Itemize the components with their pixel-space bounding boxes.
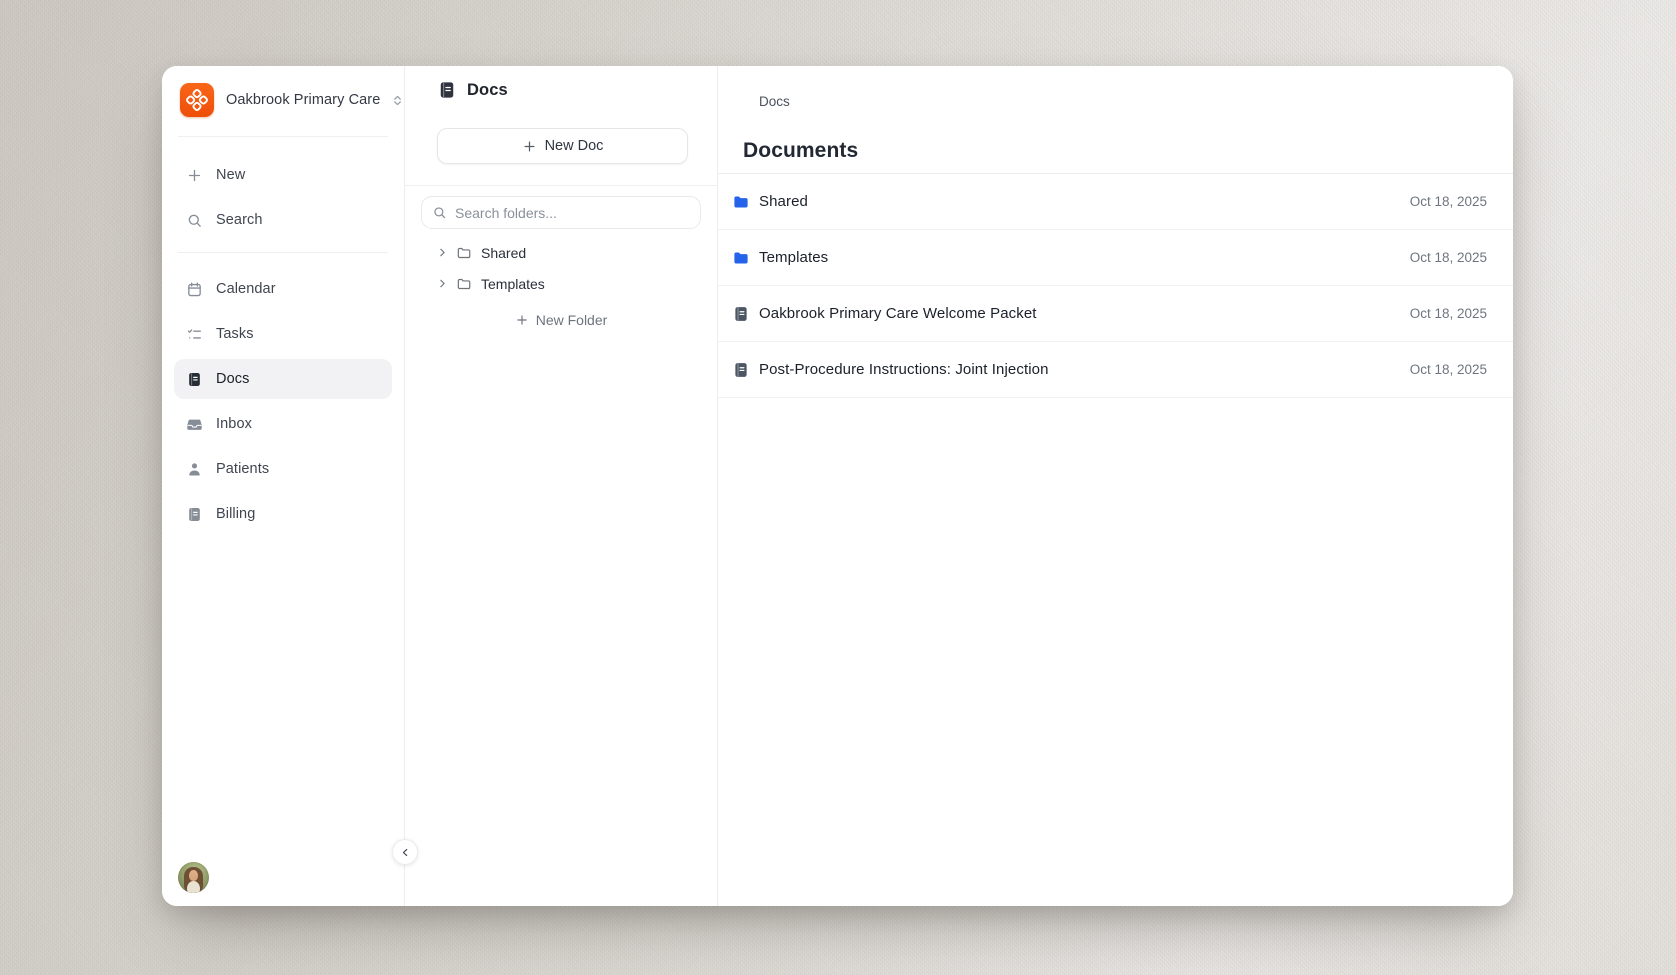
chevron-left-icon — [402, 848, 407, 856]
sidebar-item-tasks[interactable]: Tasks — [174, 314, 392, 354]
folder-tree: Shared Templates — [405, 237, 717, 299]
sidebar-item-label: Tasks — [216, 326, 254, 342]
sidebar-divider — [178, 136, 388, 137]
sidebar: Oakbrook Primary Care New Search Calenda… — [162, 66, 405, 906]
sidebar-item-label: Search — [216, 212, 263, 228]
person-icon — [186, 461, 203, 478]
folder-outline-icon — [456, 245, 472, 261]
plus-icon — [522, 139, 537, 154]
sidebar-item-new[interactable]: New — [174, 155, 392, 195]
inbox-icon — [186, 416, 203, 433]
folder-icon — [732, 249, 750, 267]
sidebar-item-calendar[interactable]: Calendar — [174, 269, 392, 309]
plus-icon — [186, 167, 203, 184]
sidebar-item-label: Patients — [216, 461, 270, 477]
calendar-icon — [186, 281, 203, 298]
new-doc-button[interactable]: New Doc — [437, 128, 688, 164]
document-icon — [732, 305, 750, 323]
search-icon — [432, 205, 447, 220]
app-window: Oakbrook Primary Care New Search Calenda… — [162, 66, 1513, 906]
plus-icon — [515, 313, 529, 327]
tasks-checklist-icon — [186, 326, 203, 343]
folder-outline-icon — [456, 276, 472, 292]
sidebar-item-label: Inbox — [216, 416, 252, 432]
document-row[interactable]: Post-Procedure Instructions: Joint Injec… — [718, 342, 1513, 398]
document-icon — [732, 361, 750, 379]
document-date: Oct 18, 2025 — [1409, 194, 1487, 209]
sidebar-item-label: New — [216, 167, 246, 183]
chevron-right-icon[interactable] — [436, 277, 449, 290]
panel-header: Docs — [405, 66, 717, 100]
workspace-name: Oakbrook Primary Care — [226, 92, 381, 108]
sidebar-collapse-button[interactable] — [392, 839, 418, 865]
document-date: Oct 18, 2025 — [1409, 362, 1487, 377]
docs-folders-panel: Docs New Doc Shared — [405, 66, 718, 906]
sidebar-item-billing[interactable]: Billing — [174, 494, 392, 534]
sidebar-item-search[interactable]: Search — [174, 200, 392, 240]
notebook-icon — [186, 371, 203, 388]
document-list: Shared Oct 18, 2025 Templates Oct 18, 20… — [718, 173, 1513, 398]
document-name: Post-Procedure Instructions: Joint Injec… — [759, 361, 1049, 378]
workspace-logo — [180, 83, 214, 117]
sidebar-item-patients[interactable]: Patients — [174, 449, 392, 489]
panel-title: Docs — [467, 80, 508, 99]
sidebar-item-inbox[interactable]: Inbox — [174, 404, 392, 444]
folder-tree-label: Shared — [481, 244, 527, 261]
folder-search[interactable] — [421, 196, 701, 229]
main-content: Docs Documents Shared Oct 18, 2025 Templ… — [718, 66, 1513, 906]
document-date: Oct 18, 2025 — [1409, 306, 1487, 321]
billing-icon — [186, 506, 203, 523]
search-icon — [186, 212, 203, 229]
sidebar-nav-group: Calendar Tasks Docs Inbox Patients Billi… — [162, 269, 404, 534]
new-doc-button-label: New Doc — [544, 138, 604, 154]
folder-icon — [732, 193, 750, 211]
chevron-up-down-icon — [391, 93, 404, 108]
sidebar-item-label: Calendar — [216, 281, 276, 297]
notebook-icon — [437, 80, 457, 100]
new-folder-button[interactable]: New Folder — [405, 305, 717, 335]
document-row[interactable]: Oakbrook Primary Care Welcome Packet Oct… — [718, 286, 1513, 342]
document-row[interactable]: Templates Oct 18, 2025 — [718, 230, 1513, 286]
breadcrumb[interactable]: Docs — [759, 94, 790, 109]
panel-divider — [405, 185, 717, 186]
folder-tree-item-templates[interactable]: Templates — [405, 268, 717, 299]
workspace-switcher[interactable]: Oakbrook Primary Care — [180, 80, 402, 120]
document-date: Oct 18, 2025 — [1409, 250, 1487, 265]
folder-tree-label: Templates — [481, 275, 545, 292]
document-name: Shared — [759, 193, 808, 210]
sidebar-item-docs[interactable]: Docs — [174, 359, 392, 399]
document-name: Templates — [759, 249, 829, 266]
sidebar-primary-group: New Search — [162, 155, 404, 240]
sidebar-divider — [178, 252, 388, 253]
sidebar-item-label: Docs — [216, 371, 250, 387]
folder-tree-item-shared[interactable]: Shared — [405, 237, 717, 268]
page-title: Documents — [743, 139, 859, 162]
document-row[interactable]: Shared Oct 18, 2025 — [718, 174, 1513, 230]
new-folder-button-label: New Folder — [535, 312, 608, 328]
document-name: Oakbrook Primary Care Welcome Packet — [759, 305, 1037, 322]
brand-flower-icon — [186, 89, 208, 111]
sidebar-item-label: Billing — [216, 506, 256, 522]
user-avatar[interactable] — [178, 862, 209, 893]
folder-search-input[interactable] — [455, 204, 690, 221]
chevron-right-icon[interactable] — [436, 246, 449, 259]
